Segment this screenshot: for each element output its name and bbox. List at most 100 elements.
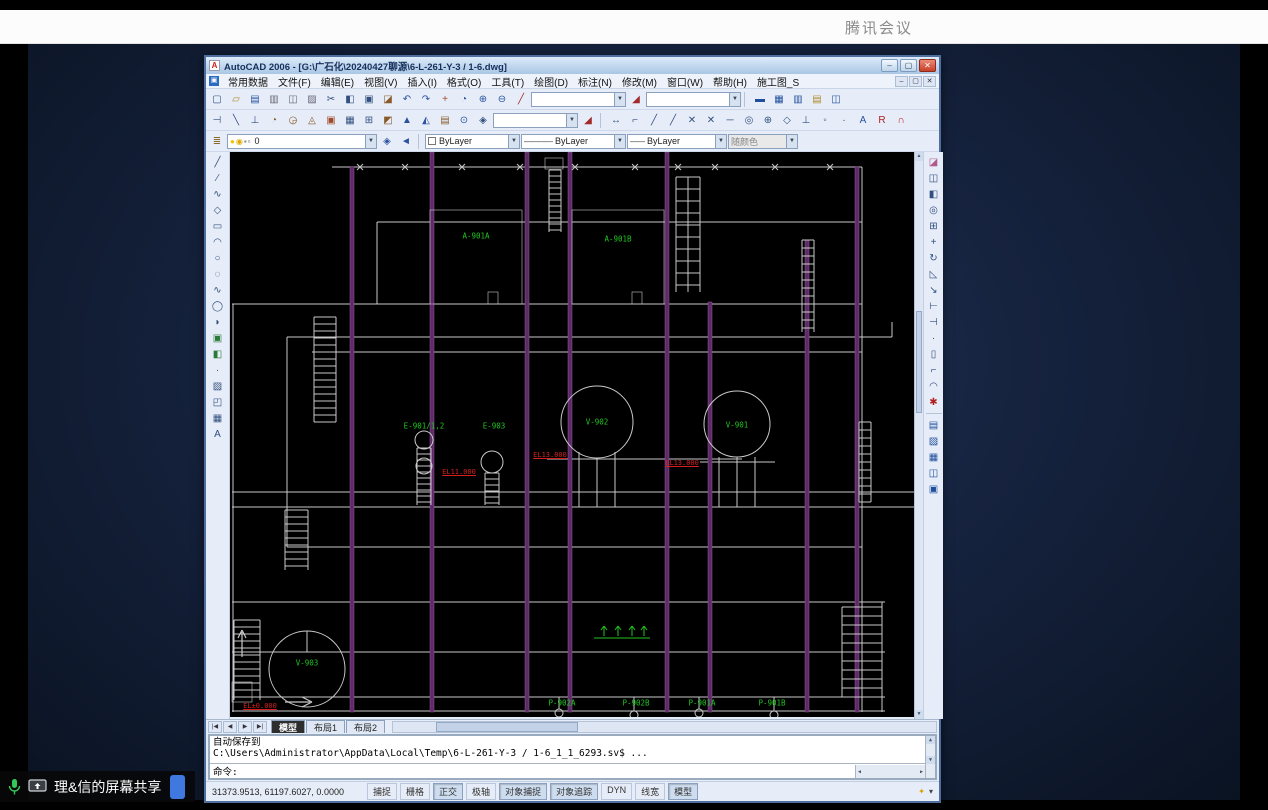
break-icon[interactable]: ▯ (924, 346, 944, 362)
center-mark-icon[interactable]: ⊕ (759, 112, 777, 129)
mtext-icon[interactable]: A (208, 426, 228, 442)
diamond-icon[interactable]: ◇ (778, 112, 796, 129)
tool-palettes-icon[interactable]: ▥ (789, 91, 807, 108)
zoom-realtime-icon[interactable]: ◔ (455, 91, 473, 108)
close-button[interactable]: ✕ (919, 59, 936, 72)
ellipse-icon[interactable]: ◯ (208, 298, 228, 314)
canvas-horizontal-scrollbar[interactable] (392, 721, 937, 733)
sheetset-manager-icon[interactable]: ▤ (808, 91, 826, 108)
redo-icon[interactable]: ↷ (417, 91, 435, 108)
combo-arrow-icon[interactable]: ▼ (729, 93, 740, 106)
linetype-combo[interactable]: ———— ByLayer ▼ (521, 134, 626, 149)
menu-item-0[interactable]: 常用数据 (223, 74, 273, 89)
pan-icon[interactable]: + (436, 91, 454, 108)
combo-arrow-icon[interactable]: ▼ (365, 135, 376, 148)
paste-icon[interactable]: ▣ (360, 91, 378, 108)
draworder-back-icon[interactable]: ▨ (924, 433, 944, 449)
explode-icon[interactable]: ✱ (924, 394, 944, 410)
line1-icon[interactable]: ╱ (645, 112, 663, 129)
table-icon[interactable]: ▦ (208, 410, 228, 426)
line2-icon[interactable]: ╱ (664, 112, 682, 129)
text-style-combo[interactable]: ▼ (493, 113, 578, 128)
canvas-vertical-scrollbar[interactable]: ▲ ▼ (914, 152, 923, 719)
linetype-pencil-icon[interactable]: ◢ (627, 91, 645, 108)
command-h-scrollbar[interactable]: ◀ ▶ (855, 765, 925, 778)
stretch-icon[interactable]: ↘ (924, 282, 944, 298)
plot-preview-icon[interactable]: ◫ (284, 91, 302, 108)
scroll-down-icon[interactable]: ▼ (926, 756, 935, 764)
extend-icon[interactable]: ⊣ (924, 314, 944, 330)
tb2-style-icon[interactable]: ◈ (474, 112, 492, 129)
erase-icon[interactable]: ◪ (924, 154, 944, 170)
tb2-box-icon[interactable]: ▤ (436, 112, 454, 129)
combo-arrow-icon[interactable]: ▼ (614, 93, 625, 106)
combo-arrow-icon[interactable]: ▼ (786, 135, 797, 148)
pencil2-icon[interactable]: ◦ (816, 112, 834, 129)
mirror-icon[interactable]: ◧ (924, 186, 944, 202)
move-icon[interactable]: + (924, 234, 944, 250)
copy-objects-icon[interactable]: ◫ (924, 170, 944, 186)
trim-icon[interactable]: ⊢ (924, 298, 944, 314)
menu-item-2[interactable]: 编辑(E) (316, 74, 359, 89)
menu-item-8[interactable]: 标注(N) (573, 74, 617, 89)
tab-nav-icon-1[interactable]: ◀ (223, 721, 237, 733)
match-properties-icon[interactable]: ◪ (379, 91, 397, 108)
restore-button[interactable]: ▢ (900, 59, 917, 72)
command-window[interactable]: 自动保存到C:\Users\Administrator\AppData\Loca… (208, 734, 937, 780)
line-icon[interactable]: ╱ (208, 154, 228, 170)
tab-布局1[interactable]: 布局1 (306, 720, 345, 733)
circle-icon[interactable]: ○ (208, 250, 228, 266)
array-icon[interactable]: ⊞ (924, 218, 944, 234)
status-toggle-DYN[interactable]: DYN (601, 783, 632, 800)
rectangle-icon[interactable]: ▭ (208, 218, 228, 234)
tb2-shade-icon[interactable]: ◶ (284, 112, 302, 129)
doc-minimize-button[interactable]: – (895, 76, 908, 87)
tb2-3d-icon[interactable]: ◬ (303, 112, 321, 129)
insert-block-icon[interactable]: ▣ (208, 330, 228, 346)
tb2-xline-icon[interactable]: ╲ (227, 112, 245, 129)
color-combo[interactable]: ByLayer ▼ (425, 134, 520, 149)
lineweight-combo[interactable]: —— ByLayer ▼ (627, 134, 727, 149)
doc-close-button[interactable]: ✕ (923, 76, 936, 87)
status-menu-arrow-icon[interactable]: ▾ (929, 787, 933, 796)
titlebar[interactable]: A AutoCAD 2006 - [G:\广石化\20240427聊源\6-L-… (206, 57, 939, 74)
menu-item-4[interactable]: 插入(I) (402, 74, 441, 89)
menu-item-5[interactable]: 格式(O) (442, 74, 486, 89)
tb2-grid-icon[interactable]: ▦ (341, 112, 359, 129)
tab-nav-icon-2[interactable]: ▶ (238, 721, 252, 733)
break1-icon[interactable]: ✕ (683, 112, 701, 129)
break2-icon[interactable]: ✕ (702, 112, 720, 129)
layers-manager-icon[interactable]: ≣ (208, 133, 226, 150)
drawing-canvas[interactable]: A-901AA-901BE-901/1,2E-903V-902V-901V-90… (230, 152, 914, 717)
properties-palette-icon[interactable]: ▬ (751, 91, 769, 108)
menu-item-7[interactable]: 绘图(D) (529, 74, 573, 89)
tab-nav-icon-0[interactable]: |◀ (208, 721, 222, 733)
fillet-icon[interactable]: ◠ (924, 378, 944, 394)
combo-arrow-icon[interactable]: ▼ (715, 135, 726, 148)
point-icon[interactable]: · (208, 362, 228, 378)
offset-icon[interactable]: ◎ (924, 202, 944, 218)
scroll-up-icon[interactable]: ▲ (915, 152, 923, 161)
arc-icon[interactable]: ◠ (208, 234, 228, 250)
command-scrollbar[interactable]: ▲ ▼ (925, 736, 935, 778)
combo-arrow-icon[interactable]: ▼ (508, 135, 519, 148)
scale-icon[interactable]: ◺ (924, 266, 944, 282)
status-toggle-栅格[interactable]: 栅格 (400, 783, 430, 800)
plot-icon[interactable]: ▥ (265, 91, 283, 108)
tb2-wedge-icon[interactable]: ◭ (417, 112, 435, 129)
combo-arrow-icon[interactable]: ▼ (566, 114, 577, 127)
construction-line-icon[interactable]: ∕ (208, 170, 228, 186)
tb2-cone-icon[interactable]: ▲ (398, 112, 416, 129)
plot-style-combo[interactable]: 随颜色 ▼ (728, 134, 798, 149)
status-toggle-捕捉[interactable]: 捕捉 (367, 783, 397, 800)
dim-linear-icon[interactable]: ↔ (607, 112, 625, 129)
status-toggle-正交[interactable]: 正交 (433, 783, 463, 800)
status-toggle-线宽[interactable]: 线宽 (635, 783, 665, 800)
layer-combo[interactable]: ●◉▪▫ 0 ▼ (227, 134, 377, 149)
menu-item-10[interactable]: 窗口(W) (662, 74, 708, 89)
toolbar-combo-1[interactable]: ▼ (531, 92, 626, 107)
new-file-icon[interactable]: ▢ (208, 91, 226, 108)
menu-item-6[interactable]: 工具(T) (486, 74, 529, 89)
status-toggle-对象捕捉[interactable]: 对象捕捉 (499, 783, 547, 800)
save-icon[interactable]: ▤ (246, 91, 264, 108)
